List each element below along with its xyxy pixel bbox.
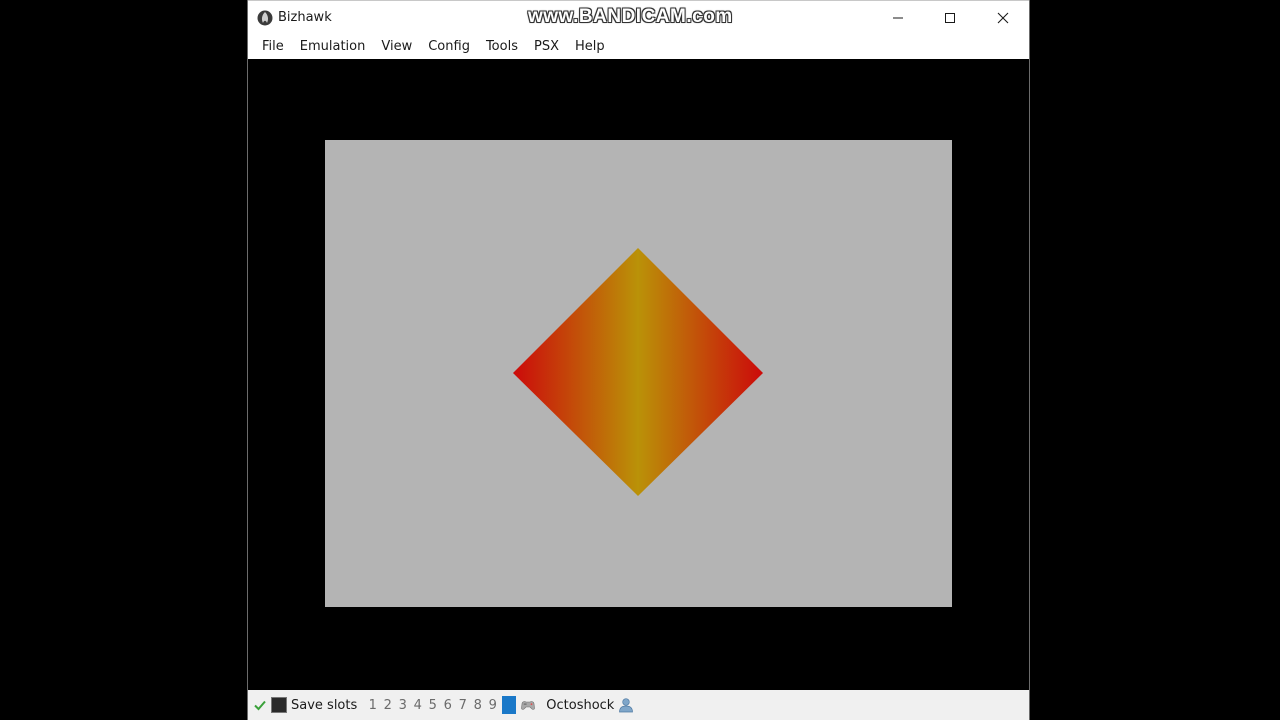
window-title: Bizhawk <box>278 10 332 25</box>
menu-emulation[interactable]: Emulation <box>292 34 374 59</box>
save-slot-7[interactable]: 7 <box>455 698 470 713</box>
user-icon[interactable] <box>618 697 634 713</box>
title-bar[interactable]: Bizhawk www.BANDICAM.com <box>248 0 1029 34</box>
save-slot-9[interactable]: 9 <box>485 698 500 713</box>
save-slot-2[interactable]: 2 <box>380 698 395 713</box>
gradient-diamond <box>513 248 763 496</box>
core-name: Octoshock <box>546 697 615 713</box>
bizhawk-app-icon <box>257 10 273 26</box>
minimize-icon <box>893 17 903 18</box>
emulator-viewport[interactable] <box>248 59 1029 690</box>
menu-bar: File Emulation View Config Tools PSX Hel… <box>248 34 1029 59</box>
maximize-icon <box>945 12 955 23</box>
maximize-button[interactable] <box>924 1 976 34</box>
close-icon <box>997 12 1009 23</box>
save-slot-1[interactable]: 1 <box>365 698 380 713</box>
menu-view[interactable]: View <box>373 34 420 59</box>
game-screen[interactable] <box>325 140 952 607</box>
menu-psx[interactable]: PSX <box>526 34 567 59</box>
controller-icon <box>521 701 536 710</box>
recording-watermark: www.BANDICAM.com <box>528 6 733 27</box>
menu-tools[interactable]: Tools <box>478 34 526 59</box>
save-slot-8[interactable]: 8 <box>470 698 485 713</box>
menu-help[interactable]: Help <box>567 34 613 59</box>
check-icon <box>254 700 266 711</box>
led-icon <box>271 697 287 713</box>
menu-config[interactable]: Config <box>420 34 478 59</box>
game-render <box>513 248 763 496</box>
close-button[interactable] <box>977 1 1029 34</box>
save-slots-label: Save slots <box>291 697 358 713</box>
menu-file[interactable]: File <box>254 34 292 59</box>
status-bar: Save slots 1 2 3 4 5 6 7 8 9 0 Octoshock <box>248 690 1029 720</box>
save-slot-0-active[interactable]: 0 <box>502 696 517 714</box>
bizhawk-window: Bizhawk www.BANDICAM.com File Emulation … <box>247 0 1030 720</box>
save-slot-5[interactable]: 5 <box>425 698 440 713</box>
minimize-button[interactable] <box>872 1 924 34</box>
save-slot-4[interactable]: 4 <box>410 698 425 713</box>
save-slot-3[interactable]: 3 <box>395 698 410 713</box>
save-slot-6[interactable]: 6 <box>440 698 455 713</box>
